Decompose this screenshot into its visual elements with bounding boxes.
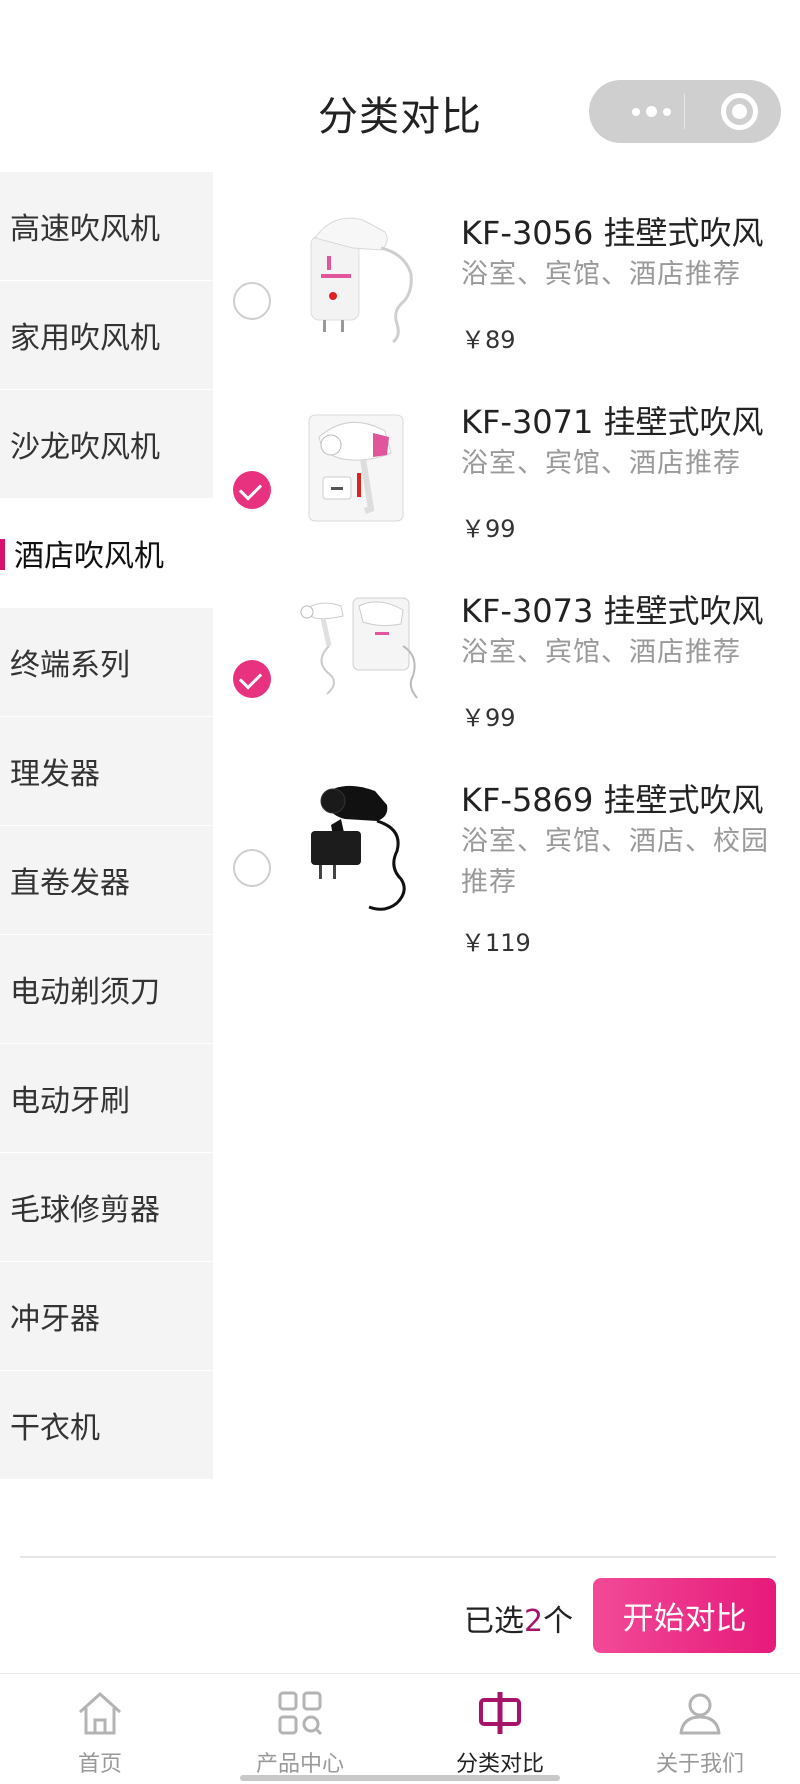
capsule-divider [684,94,685,129]
sidebar-item-water-flosser[interactable]: 冲牙器 [0,1262,213,1371]
product-item[interactable]: KF-3071 挂壁式吹风 浴室、宾馆、酒店推荐 ￥99 [213,397,800,586]
product-price: ￥119 [461,929,531,957]
mini-program-capsule [589,80,781,143]
sidebar-item-hotel-dryer[interactable]: 酒店吹风机 [0,499,213,608]
sidebar-item-hair-clipper[interactable]: 理发器 [0,717,213,826]
product-name: KF-3071 挂壁式吹风 [461,403,764,441]
selected-prefix: 已选 [464,1604,524,1639]
select-radio[interactable] [233,849,271,887]
selected-count-text: 已选2个 [464,1596,573,1640]
product-name: KF-5869 挂壁式吹风 [461,781,764,819]
target-circle-icon[interactable] [721,93,758,130]
product-desc: 浴室、宾馆、酒店、校园推荐 [461,826,769,898]
product-image [310,217,413,344]
category-sidebar: 高速吹风机 家用吹风机 沙龙吹风机 酒店吹风机 终端系列 理发器 直卷发器 电动… [0,172,213,1480]
sidebar-item-toothbrush[interactable]: 电动牙刷 [0,1044,213,1153]
grid-search-icon [278,1691,323,1736]
sidebar-item-label: 毛球修剪器 [10,1193,160,1228]
tab-label: 产品中心 [255,1752,344,1777]
more-dots-icon[interactable] [619,80,683,143]
sidebar-item-shaver[interactable]: 电动剃须刀 [0,935,213,1044]
product-list: KF-3056 挂壁式吹风 浴室、宾馆、酒店推荐 ￥89 KF-3071 挂壁式… [213,208,800,995]
product-price: ￥99 [461,515,516,543]
sidebar-item-terminal-series[interactable]: 终端系列 [0,608,213,717]
sidebar-item-home-dryer[interactable]: 家用吹风机 [0,281,213,390]
sidebar-item-label: 电动牙刷 [10,1084,130,1119]
sidebar-item-salon-dryer[interactable]: 沙龙吹风机 [0,390,213,499]
select-radio[interactable] [233,282,271,320]
product-desc: 浴室、宾馆、酒店推荐 [461,637,741,668]
product-item[interactable]: KF-3056 挂壁式吹风 浴室、宾馆、酒店推荐 ￥89 [213,208,800,397]
product-image [308,414,404,522]
home-indicator [240,1775,560,1781]
product-image [311,785,406,911]
sidebar-item-label: 电动剃须刀 [10,975,160,1010]
selected-suffix: 个 [543,1604,574,1639]
product-name: KF-3056 挂壁式吹风 [461,214,764,252]
compare-bar-divider [20,1556,776,1558]
product-item[interactable]: KF-3073 挂壁式吹风 浴室、宾馆、酒店推荐 ￥99 [213,586,800,775]
selected-count: 2 [524,1604,544,1639]
user-icon [679,1693,721,1735]
sidebar-item-label: 干衣机 [10,1411,100,1446]
tab-label: 首页 [77,1752,122,1777]
select-radio-checked[interactable] [233,471,271,509]
tab-home[interactable]: 首页 [0,1674,200,1784]
product-image [300,597,418,699]
product-price: ￥99 [461,704,516,732]
product-desc: 浴室、宾馆、酒店推荐 [461,448,741,479]
sidebar-item-lint-remover[interactable]: 毛球修剪器 [0,1153,213,1262]
sidebar-item-label: 直卷发器 [10,866,130,901]
product-desc: 浴室、宾馆、酒店推荐 [461,259,741,290]
sidebar-item-label: 高速吹风机 [10,212,160,247]
sidebar-item-label: 酒店吹风机 [14,539,164,574]
tab-products[interactable]: 产品中心 [200,1674,400,1784]
sidebar-item-label: 沙龙吹风机 [10,430,160,465]
sidebar-item-label: 终端系列 [10,648,130,683]
tab-about[interactable]: 关于我们 [600,1674,800,1784]
tab-label: 分类对比 [455,1752,544,1777]
sidebar-item-label: 理发器 [10,757,100,792]
select-radio-checked[interactable] [233,660,271,698]
product-item[interactable]: KF-5869 挂壁式吹风 浴室、宾馆、酒店、校园推荐 ￥119 [213,775,800,995]
product-name: KF-3073 挂壁式吹风 [461,592,764,630]
tab-label: 关于我们 [655,1752,744,1777]
bottom-tab-bar: 首页 产品中心 分类对比 关于我们 [0,1673,800,1784]
start-compare-button[interactable]: 开始对比 [593,1578,776,1653]
compare-icon [479,1692,521,1734]
sidebar-item-label: 家用吹风机 [10,321,160,356]
sidebar-item-high-speed-dryer[interactable]: 高速吹风机 [0,172,213,281]
tab-compare[interactable]: 分类对比 [400,1674,600,1784]
header-bar: 分类对比 [0,0,800,170]
sidebar-item-clothes-dryer[interactable]: 干衣机 [0,1371,213,1480]
home-icon [78,1692,122,1735]
sidebar-item-label: 冲牙器 [10,1302,100,1337]
product-price: ￥89 [461,326,516,354]
sidebar-item-hair-styler[interactable]: 直卷发器 [0,826,213,935]
